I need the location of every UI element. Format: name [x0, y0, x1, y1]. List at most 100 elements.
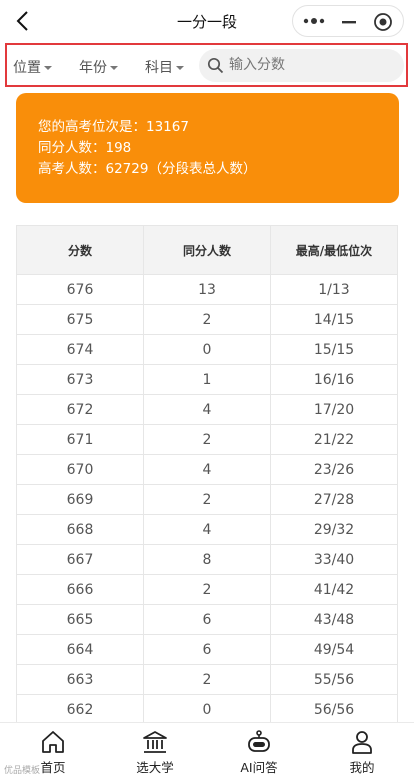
rank-range-cell: 21/22	[313, 431, 355, 448]
header-rank-range: 最高/最低位次	[295, 243, 373, 258]
score-cell: 662	[17, 695, 144, 724]
rank-range-cell: 23/26	[313, 461, 355, 478]
table-row: 670 4 23/26	[17, 455, 397, 485]
tab-ai-qa[interactable]: AI问答	[224, 729, 294, 776]
same-count-cell: 6	[144, 605, 271, 634]
same-count-cell: 0	[144, 695, 271, 724]
location-dropdown[interactable]: 位置	[13, 57, 52, 77]
score-cell: 667	[17, 545, 144, 574]
rank-range-cell: 16/16	[313, 371, 355, 388]
rank-range-cell: 29/32	[313, 521, 355, 538]
same-count-cell: 4	[144, 515, 271, 544]
same-count-cell: 2	[144, 485, 271, 514]
table-row: 675 2 14/15	[17, 305, 397, 335]
table-row: 662 0 56/56	[17, 695, 397, 725]
robot-icon	[248, 730, 270, 752]
table-row: 666 2 41/42	[17, 575, 397, 605]
table-body: 676 13 1/13 675 2 14/15 674 0 15/15 673 1 16/16 672 4…	[17, 275, 397, 725]
caret-down-icon	[44, 66, 52, 70]
rank-range-cell: 49/54	[313, 641, 355, 658]
rank-range-cell: 43/48	[313, 611, 355, 628]
rank-range-cell: 27/28	[313, 491, 355, 508]
tab-mine[interactable]: 我的	[327, 729, 397, 776]
menu-capsule	[292, 5, 404, 37]
score-search-input[interactable]	[229, 54, 394, 76]
table-row: 667 8 33/40	[17, 545, 397, 575]
score-cell: 665	[17, 605, 144, 634]
same-count-cell: 8	[144, 545, 271, 574]
rank-line: 您的高考位次是：13167	[38, 119, 189, 135]
same-count-cell: 1	[144, 365, 271, 394]
rank-range-cell: 55/56	[313, 671, 355, 688]
year-label: 年份	[79, 60, 107, 76]
table-row: 669 2 27/28	[17, 485, 397, 515]
table-row: 664 6 49/54	[17, 635, 397, 665]
same-score-line: 同分人数：198	[38, 140, 132, 156]
tab-mine-label: 我的	[349, 760, 375, 775]
watermark-text: 优品模板	[4, 766, 41, 776]
tab-ai-qa-label: AI问答	[240, 760, 278, 775]
rank-range-cell: 33/40	[313, 551, 355, 568]
header-same-count: 同分人数	[144, 226, 271, 274]
home-icon	[42, 731, 64, 753]
table-row: 663 2 55/56	[17, 665, 397, 695]
bottom-tabbar: 首页 选大学 AI问答 我的	[0, 722, 414, 780]
top-navbar: 一分一段	[0, 0, 414, 42]
table-row: 673 1 16/16	[17, 365, 397, 395]
score-cell: 670	[17, 455, 144, 484]
score-cell: 673	[17, 365, 144, 394]
score-cell: 663	[17, 665, 144, 694]
table-row: 671 2 21/22	[17, 425, 397, 455]
same-count-cell: 6	[144, 635, 271, 664]
same-count-cell: 2	[144, 305, 271, 334]
university-icon	[143, 731, 167, 753]
score-cell: 668	[17, 515, 144, 544]
subject-dropdown[interactable]: 科目	[145, 57, 184, 77]
year-dropdown[interactable]: 年份	[79, 57, 118, 77]
same-count-cell: 2	[144, 665, 271, 694]
score-table: 分数 同分人数 最高/最低位次 676 13 1/13 675 2 14/15 674 0 15…	[16, 225, 398, 725]
rank-range-cell: 41/42	[313, 581, 355, 598]
table-row: 668 4 29/32	[17, 515, 397, 545]
same-count-cell: 2	[144, 575, 271, 604]
table-header: 分数 同分人数 最高/最低位次	[17, 226, 397, 275]
score-cell: 664	[17, 635, 144, 664]
tab-university-label: 选大学	[136, 760, 174, 775]
subject-label: 科目	[145, 60, 173, 76]
score-cell: 675	[17, 305, 144, 334]
same-count-cell: 2	[144, 425, 271, 454]
table-row: 674 0 15/15	[17, 335, 397, 365]
same-count-cell: 13	[144, 275, 271, 304]
score-cell: 676	[17, 275, 144, 304]
close-target-icon[interactable]	[373, 12, 393, 32]
search-icon	[207, 57, 224, 74]
minimize-icon[interactable]	[341, 14, 357, 30]
same-count-cell: 4	[144, 395, 271, 424]
filter-bar: 位置 年份 科目	[5, 43, 408, 87]
rank-range-cell: 17/20	[313, 401, 355, 418]
search-box[interactable]	[199, 49, 404, 82]
more-dots-icon[interactable]	[301, 14, 331, 28]
rank-range-cell: 15/15	[313, 341, 355, 358]
tab-university[interactable]: 选大学	[120, 729, 190, 776]
location-label: 位置	[13, 60, 41, 76]
total-line: 高考人数：62729（分段表总人数）	[38, 161, 257, 177]
rank-summary-card: 您的高考位次是：13167 同分人数：198 高考人数：62729（分段表总人数…	[16, 93, 399, 203]
rank-range-cell: 14/15	[313, 311, 355, 328]
user-icon	[352, 731, 372, 754]
score-cell: 671	[17, 425, 144, 454]
caret-down-icon	[176, 66, 184, 70]
table-row: 665 6 43/48	[17, 605, 397, 635]
score-cell: 672	[17, 395, 144, 424]
score-cell: 669	[17, 485, 144, 514]
rank-range-cell: 1/13	[318, 281, 350, 298]
table-row: 676 13 1/13	[17, 275, 397, 305]
caret-down-icon	[110, 66, 118, 70]
table-row: 672 4 17/20	[17, 395, 397, 425]
rank-range-cell: 56/56	[313, 701, 355, 718]
score-cell: 666	[17, 575, 144, 604]
score-cell: 674	[17, 335, 144, 364]
header-score: 分数	[17, 226, 144, 274]
same-count-cell: 0	[144, 335, 271, 364]
same-count-cell: 4	[144, 455, 271, 484]
